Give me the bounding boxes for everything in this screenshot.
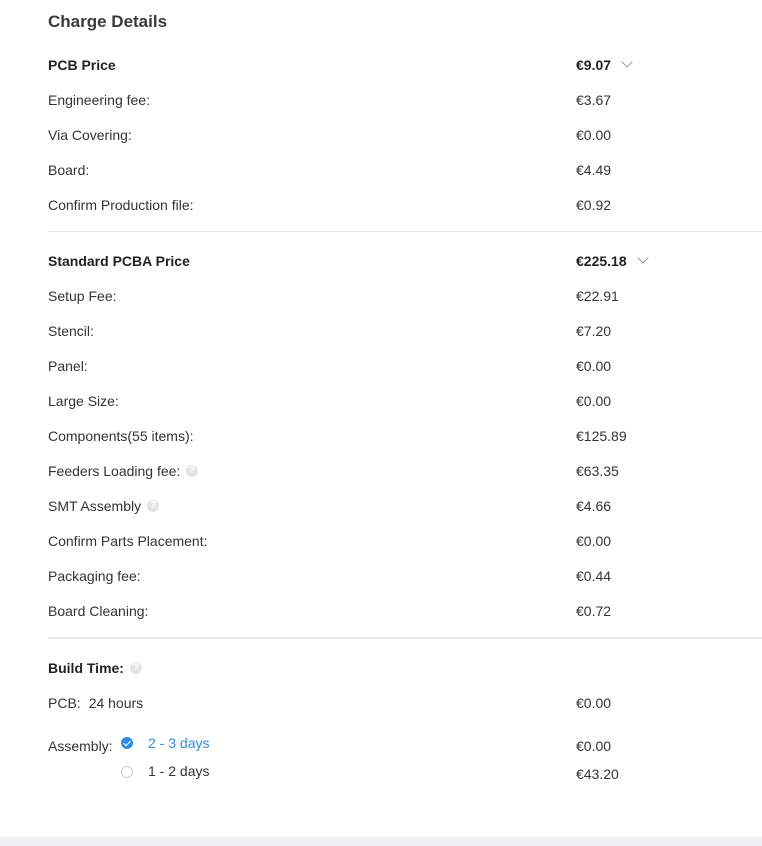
assembly-option-2-label[interactable]: 1 - 2 days xyxy=(148,761,209,781)
pcb-price-row[interactable]: PCB Price €9.07 xyxy=(48,55,762,75)
assembly-label: Assembly: xyxy=(48,738,113,754)
large-size-value: €0.00 xyxy=(576,393,612,409)
setup-fee-row: Setup Fee: €22.91 xyxy=(48,286,762,306)
pcb-price-value[interactable]: €9.07 xyxy=(576,55,633,75)
engineering-fee-label: Engineering fee: xyxy=(48,92,150,108)
page-title: Charge Details xyxy=(48,12,168,31)
components-row: Components(55 items): €125.89 xyxy=(48,426,762,446)
build-time-label: Build Time:? xyxy=(48,658,142,678)
footer-bar xyxy=(0,837,762,846)
assembly-option-1-value: €0.00 xyxy=(576,738,612,754)
board-cleaning-value: €0.72 xyxy=(576,603,612,619)
smt-assembly-row: SMT Assembly? €4.66 xyxy=(48,496,762,516)
board-cleaning-label: Board Cleaning: xyxy=(48,603,149,619)
feeders-loading-fee-value: €63.35 xyxy=(576,463,619,479)
assembly-option-1-label[interactable]: 2 - 3 days xyxy=(148,733,209,753)
large-size-row: Large Size: €0.00 xyxy=(48,391,762,411)
packaging-fee-row: Packaging fee: €0.44 xyxy=(48,566,762,586)
via-covering-row: Via Covering: €0.00 xyxy=(48,125,762,145)
pcb-price-amount: €9.07 xyxy=(576,57,612,73)
panel-value: €0.00 xyxy=(576,358,612,374)
packaging-fee-value: €0.44 xyxy=(576,568,612,584)
pcb-price-label: PCB Price xyxy=(48,57,116,73)
setup-fee-value: €22.91 xyxy=(576,288,619,304)
pcba-price-value[interactable]: €225.18 xyxy=(576,251,649,271)
board-label: Board: xyxy=(48,162,90,178)
stencil-value: €7.20 xyxy=(576,323,612,339)
confirm-parts-placement-row: Confirm Parts Placement: €0.00 xyxy=(48,531,762,551)
via-covering-value: €0.00 xyxy=(576,127,612,143)
feeders-loading-fee-text: Feeders Loading fee: xyxy=(48,463,181,479)
large-size-label: Large Size: xyxy=(48,393,119,409)
panel-row: Panel: €0.00 xyxy=(48,356,762,376)
build-time-row: Build Time:? xyxy=(48,658,762,678)
board-cleaning-row: Board Cleaning: €0.72 xyxy=(48,601,762,621)
stencil-label: Stencil: xyxy=(48,323,94,339)
confirm-parts-placement-value: €0.00 xyxy=(576,533,612,549)
components-value: €125.89 xyxy=(576,428,627,444)
assembly-option-2-value: €43.20 xyxy=(576,766,619,782)
question-circle-icon[interactable]: ? xyxy=(186,465,199,478)
pcb-build-label: PCB: xyxy=(48,695,81,711)
packaging-fee-label: Packaging fee: xyxy=(48,568,141,584)
smt-assembly-label: SMT Assembly? xyxy=(48,496,160,516)
confirm-production-file-row: Confirm Production file: €0.92 xyxy=(48,195,762,215)
feeders-loading-fee-label: Feeders Loading fee:? xyxy=(48,461,199,481)
components-label: Components(55 items): xyxy=(48,428,194,444)
pcba-price-amount: €225.18 xyxy=(576,253,627,269)
pcb-build-time-label: PCB: 24 hours xyxy=(48,693,143,713)
pcb-build-duration: 24 hours xyxy=(88,695,144,711)
assembly-option-1[interactable]: 2 - 3 days xyxy=(121,733,241,753)
divider xyxy=(48,637,762,639)
divider xyxy=(48,231,762,232)
pcb-build-time-row: PCB: 24 hours €0.00 xyxy=(48,693,762,713)
pcba-price-label: Standard PCBA Price xyxy=(48,253,190,269)
question-circle-icon[interactable]: ? xyxy=(129,662,142,675)
radio-unchecked-icon[interactable] xyxy=(121,766,133,778)
chevron-down-icon[interactable] xyxy=(621,56,633,68)
stencil-row: Stencil: €7.20 xyxy=(48,321,762,341)
smt-assembly-text: SMT Assembly xyxy=(48,498,142,514)
feeders-loading-fee-row: Feeders Loading fee:? €63.35 xyxy=(48,461,762,481)
setup-fee-label: Setup Fee: xyxy=(48,288,117,304)
question-circle-icon[interactable]: ? xyxy=(147,500,160,513)
confirm-production-file-label: Confirm Production file: xyxy=(48,197,194,213)
pcb-build-time-value: €0.00 xyxy=(576,695,612,711)
board-value: €4.49 xyxy=(576,162,612,178)
confirm-production-file-value: €0.92 xyxy=(576,197,612,213)
chevron-down-icon[interactable] xyxy=(636,252,649,264)
engineering-fee-row: Engineering fee: €3.67 xyxy=(48,90,762,110)
engineering-fee-value: €3.67 xyxy=(576,92,612,108)
build-time-text: Build Time: xyxy=(48,660,124,676)
assembly-option-2[interactable]: 1 - 2 days xyxy=(121,761,241,781)
board-row: Board: €4.49 xyxy=(48,160,762,180)
panel-label: Panel: xyxy=(48,358,88,374)
via-covering-label: Via Covering: xyxy=(48,127,132,143)
radio-checked-icon[interactable] xyxy=(121,737,133,749)
confirm-parts-placement-label: Confirm Parts Placement: xyxy=(48,533,208,549)
pcba-price-row[interactable]: Standard PCBA Price €225.18 xyxy=(48,251,762,271)
smt-assembly-value: €4.66 xyxy=(576,498,612,514)
